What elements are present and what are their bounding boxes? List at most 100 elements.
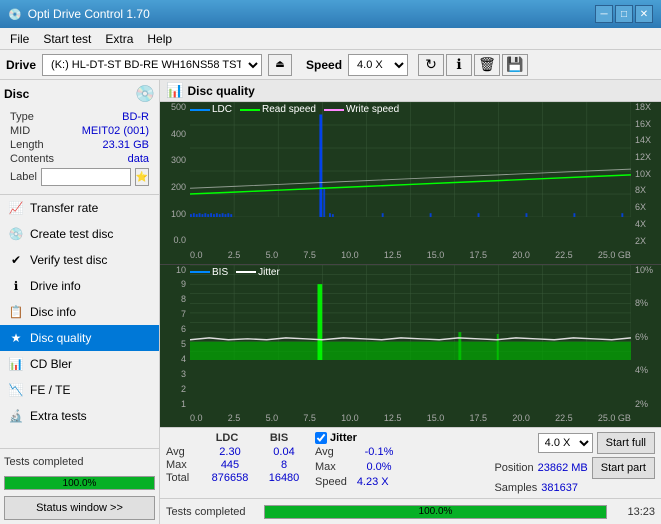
status-window-button[interactable]: Status window >> <box>4 496 155 520</box>
disc-type-label: Type <box>10 111 34 123</box>
disc-contents-value: data <box>128 153 149 165</box>
bis-legend-color <box>190 271 210 273</box>
jitter-avg-row: Avg -0.1% <box>315 446 435 458</box>
chart-header-icon: 📊 <box>166 82 183 99</box>
start-part-button[interactable]: Start part <box>592 457 655 479</box>
right-panel: 📊 Disc quality LDC Read speed <box>160 80 661 524</box>
create-test-disc-icon: 💿 <box>8 226 24 242</box>
save-button[interactable]: 💾 <box>502 54 528 76</box>
speed-label: Speed <box>306 58 342 72</box>
sidebar-item-transfer-rate[interactable]: 📈 Transfer rate <box>0 195 159 221</box>
sidebar-item-verify-test-disc[interactable]: ✔ Verify test disc <box>0 247 159 273</box>
disc-header: Disc 💿 <box>4 84 155 104</box>
disc-contents-row: Contents data <box>8 152 151 166</box>
progress-text: 100.0% <box>5 477 154 489</box>
info-button[interactable]: ℹ <box>446 54 472 76</box>
disc-label-btn[interactable]: ⭐ <box>135 168 149 186</box>
avg-bis: 0.04 <box>259 446 309 458</box>
minimize-button[interactable]: ─ <box>595 5 613 23</box>
ldc-header: LDC <box>202 432 252 444</box>
bis-legend: BIS <box>190 267 228 278</box>
nav-items: 📈 Transfer rate 💿 Create test disc ✔ Ver… <box>0 195 159 448</box>
speed-select[interactable]: 4.0 X <box>348 54 408 76</box>
disc-label-input[interactable] <box>41 168 131 186</box>
rotate-button[interactable]: ↻ <box>418 54 444 76</box>
disc-type-row: Type BD-R <box>8 110 151 124</box>
jitter-legend: Jitter <box>236 267 280 278</box>
cd-bler-icon: 📊 <box>8 356 24 372</box>
samples-row: Samples 381637 <box>494 482 655 494</box>
read-speed-legend-color <box>240 109 260 111</box>
bottom-progress-text: 100.0% <box>265 506 606 518</box>
jitter-label: Jitter <box>330 432 357 444</box>
bottom-y-axis-left: 10 9 8 7 6 5 4 3 2 1 <box>160 265 188 410</box>
avg-ldc: 2.30 <box>205 446 255 458</box>
disc-label-row: Label ⭐ <box>8 166 151 188</box>
disc-mid-label: MID <box>10 125 30 137</box>
jitter-legend-label: Jitter <box>258 267 280 278</box>
sidebar: Disc 💿 Type BD-R MID MEIT02 (001) Length… <box>0 80 160 524</box>
progress-bar-container: 100.0% <box>4 476 155 490</box>
position-value: 23862 MB <box>538 462 588 474</box>
sidebar-item-drive-info[interactable]: ℹ Drive info <box>0 273 159 299</box>
max-bis: 8 <box>259 459 309 471</box>
jitter-max-label: Max <box>315 461 350 473</box>
menu-extra[interactable]: Extra <box>99 30 139 48</box>
menu-start-test[interactable]: Start test <box>37 30 97 48</box>
sidebar-item-disc-info[interactable]: 📋 Disc info <box>0 299 159 325</box>
jitter-checkbox[interactable] <box>315 432 327 444</box>
jitter-max-row: Max 0.0% <box>315 461 435 473</box>
disc-contents-label: Contents <box>10 153 54 165</box>
disc-info-icon: 📋 <box>8 304 24 320</box>
sidebar-item-create-test-disc[interactable]: 💿 Create test disc <box>0 221 159 247</box>
stats-max-row: Max 445 8 <box>166 459 309 471</box>
transfer-rate-label: Transfer rate <box>30 201 98 215</box>
speed-select-row: 4.0 X Start full <box>494 432 655 454</box>
close-button[interactable]: ✕ <box>635 5 653 23</box>
bottom-chart-legend: BIS Jitter <box>190 267 280 278</box>
drive-select[interactable]: (K:) HL-DT-ST BD-RE WH16NS58 TST4 <box>42 54 262 76</box>
jitter-avg-label: Avg <box>315 446 350 458</box>
total-bis: 16480 <box>259 472 309 484</box>
jitter-speed-section: Jitter Avg -0.1% Max 0.0% Speed 4.23 X <box>315 432 435 489</box>
drive-info-label: Drive info <box>30 279 81 293</box>
ldc-legend-label: LDC <box>212 104 232 115</box>
menu-bar: File Start test Extra Help <box>0 28 661 50</box>
erase-button[interactable]: 🗑 <box>474 54 500 76</box>
app-title: Opti Drive Control 1.70 <box>28 7 150 21</box>
menu-file[interactable]: File <box>4 30 35 48</box>
right-stats: 4.0 X Start full Position 23862 MB Start… <box>494 432 655 494</box>
bottom-x-axis: 0.0 2.5 5.0 7.5 10.0 12.5 15.0 17.5 20.0… <box>190 409 631 427</box>
sidebar-item-disc-quality[interactable]: ★ Disc quality <box>0 325 159 351</box>
drive-bar: Drive (K:) HL-DT-ST BD-RE WH16NS58 TST4 … <box>0 50 661 80</box>
jitter-max-value: 0.0% <box>354 461 404 473</box>
maximize-button[interactable]: □ <box>615 5 633 23</box>
sidebar-item-extra-tests[interactable]: 🔬 Extra tests <box>0 403 159 429</box>
chart-header: 📊 Disc quality <box>160 80 661 102</box>
title-bar-left: 💿 Opti Drive Control 1.70 <box>8 7 150 21</box>
disc-info-label: Disc info <box>30 305 76 319</box>
disc-mid-value: MEIT02 (001) <box>82 125 149 137</box>
max-label: Max <box>166 459 201 471</box>
title-bar: 💿 Opti Drive Control 1.70 ─ □ ✕ <box>0 0 661 28</box>
menu-help[interactable]: Help <box>141 30 178 48</box>
disc-label-label: Label <box>10 171 37 183</box>
speed-select-stats[interactable]: 4.0 X <box>538 433 593 453</box>
start-full-button[interactable]: Start full <box>597 432 655 454</box>
top-y-axis-right: 18X 16X 14X 12X 10X 8X 6X 4X 2X <box>633 102 661 246</box>
bottom-chart-svg <box>190 265 631 361</box>
transfer-rate-icon: 📈 <box>8 200 24 216</box>
cd-bler-label: CD Bler <box>30 357 72 371</box>
speed-value: 4.23 X <box>357 476 389 488</box>
total-ldc: 876658 <box>205 472 255 484</box>
top-chart: LDC Read speed Write speed 500 400 <box>160 102 661 265</box>
fe-te-icon: 📉 <box>8 382 24 398</box>
sidebar-item-fe-te[interactable]: 📉 FE / TE <box>0 377 159 403</box>
chart-title: Disc quality <box>187 84 254 98</box>
stats-total-row: Total 876658 16480 <box>166 472 309 484</box>
sidebar-item-cd-bler[interactable]: 📊 CD Bler <box>0 351 159 377</box>
eject-button[interactable]: ⏏ <box>268 54 292 76</box>
ldc-legend-color <box>190 109 210 111</box>
disc-mid-row: MID MEIT02 (001) <box>8 124 151 138</box>
samples-value: 381637 <box>541 482 578 494</box>
